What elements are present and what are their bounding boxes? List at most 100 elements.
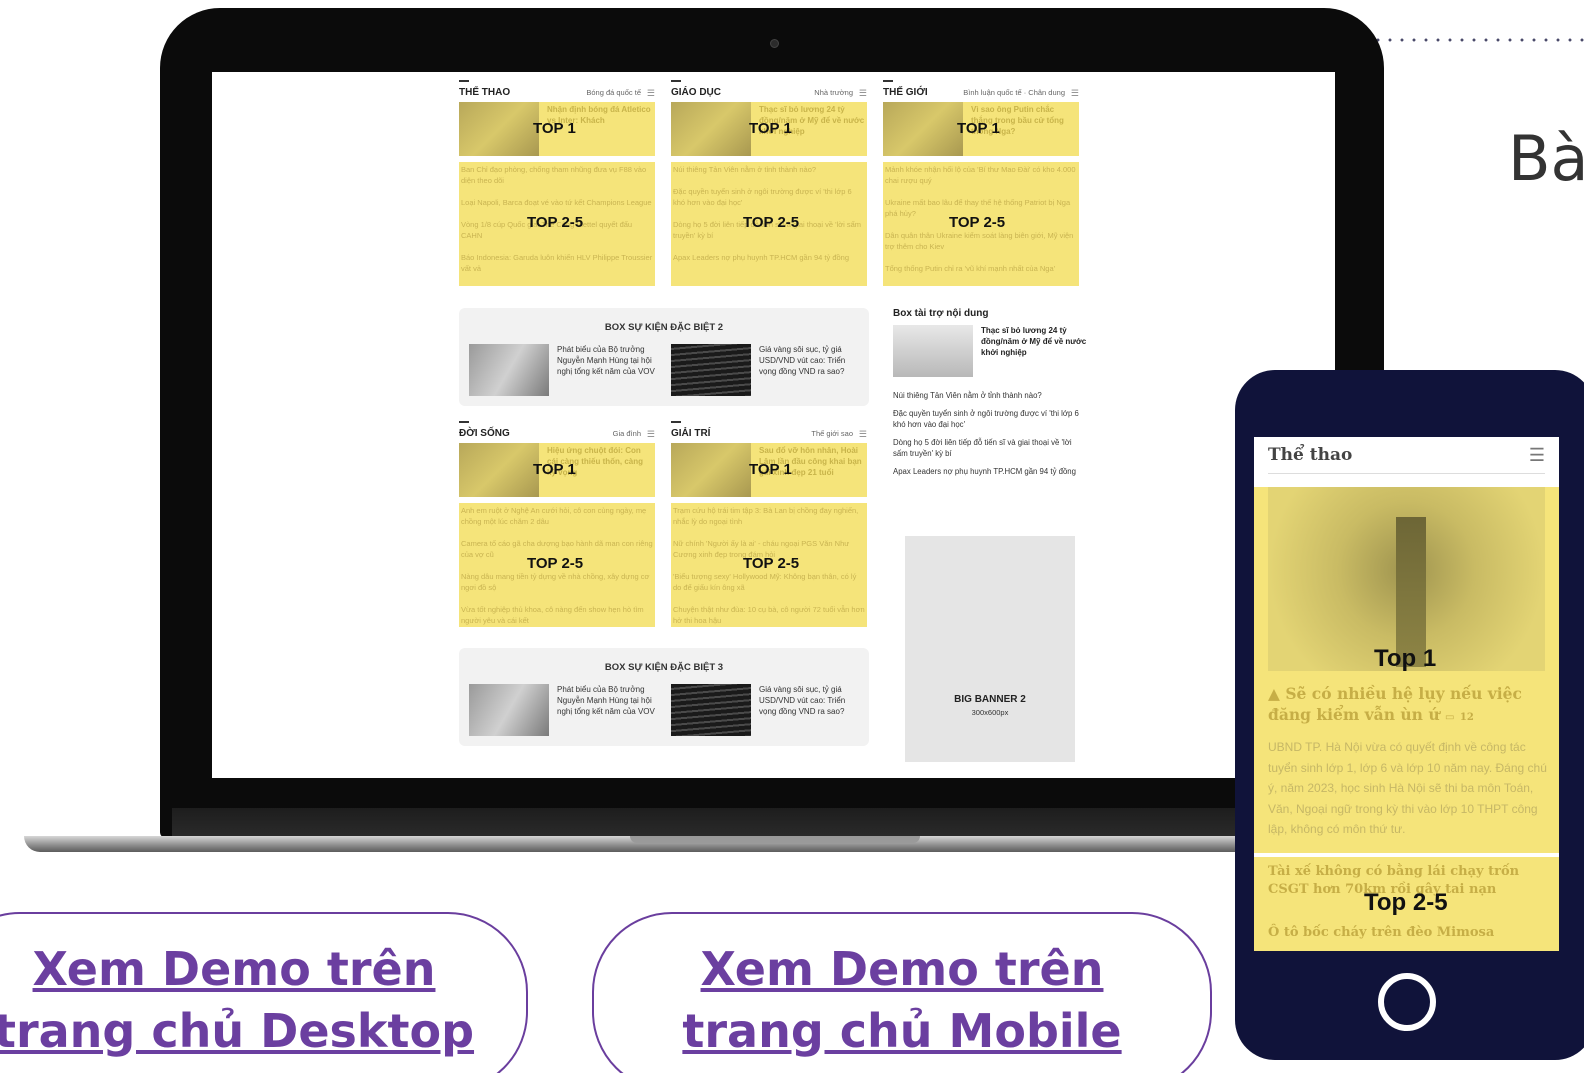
top25-list: Trạm cứu hộ trái tim tập 3: Bà Lan bị ch… (671, 503, 867, 627)
top25-label: TOP 2-5 (743, 214, 800, 231)
article-thumbnail (469, 344, 549, 396)
demo-mobile-button[interactable]: Xem Demo trên trang chủ Mobile (592, 912, 1212, 1073)
menu-icon[interactable]: ☰ (1071, 88, 1079, 99)
menu-icon[interactable]: ☰ (647, 429, 655, 440)
category-subnav[interactable]: Thế giới sao (811, 429, 853, 438)
list-item[interactable]: Ô tô bốc cháy trên đèo Mimosa (1268, 925, 1494, 940)
article-title: Phát biểu của Bộ trưởng Nguyễn Mạnh Hùng… (557, 685, 655, 716)
divider (1268, 473, 1545, 474)
top25-label: TOP 2-5 (527, 555, 584, 572)
list-item[interactable]: Tổng thống Putin chỉ ra 'vũ khí mạnh nhấ… (885, 263, 1077, 274)
banner-size: 300x600px (971, 708, 1009, 717)
list-item[interactable]: Apax Leaders nợ phụ huynh TP.HCM gần 94 … (893, 466, 1088, 477)
list-item[interactable]: Dân quân thân Ukraine kiểm soát làng biê… (885, 230, 1077, 252)
top1-article[interactable]: Vì sao ông Putin chắc thắng trong bầu cử… (883, 102, 1079, 156)
category-title[interactable]: ĐỜI SỐNG (459, 428, 510, 439)
article-title: Giá vàng sôi sục, tỷ giá USD/VND vút cao… (759, 345, 846, 376)
list-item[interactable]: Trạm cứu hộ trái tim tập 3: Bà Lan bị ch… (673, 505, 865, 527)
top25-list: Anh em ruột ở Nghệ An cưới hỏi, cô con c… (459, 503, 655, 627)
home-button[interactable] (1378, 973, 1436, 1031)
article-title: ▲ Sẽ có nhiều hệ lụy nếu việc đăng kiểm … (1268, 684, 1522, 724)
big-banner[interactable]: BIG BANNER 2 300x600px (905, 536, 1075, 762)
top1-article[interactable]: Thạc sĩ bỏ lương 24 tỷ đồng/năm ở Mỹ để … (671, 102, 867, 156)
mobile-top1-article[interactable]: Top 1 ▲ Sẽ có nhiều hệ lụy nếu việc đăng… (1254, 487, 1559, 853)
banner-title: BIG BANNER 2 (954, 694, 1026, 705)
top25-list: Núi thiêng Tản Viên nằm ở tỉnh thành nào… (671, 162, 867, 286)
event-box-title: BOX SỰ KIỆN ĐẶC BIỆT 3 (604, 662, 724, 673)
category-column-the-gioi: THẾ GIỚI Bình luận quốc tế · Chân dung ☰ V… (883, 80, 1079, 286)
demo-desktop-button[interactable]: Xem Demo trên trang chủ Desktop (0, 912, 528, 1073)
special-event-box: BOX SỰ KIỆN ĐẶC BIỆT 3 Phát biểu của Bộ … (459, 648, 869, 746)
mobile-category-title[interactable]: Thể thao (1268, 445, 1352, 465)
article-summary: UBND TP. Hà Nội vừa có quyết định về côn… (1268, 740, 1547, 836)
top1-article[interactable]: Hiệu ứng chuột đói: Con cái càng thiếu t… (459, 443, 655, 497)
mobile-top25-list: Tài xế không có bằng lái chạy trốn CSGT … (1254, 857, 1559, 951)
list-item[interactable]: Anh em ruột ở Nghệ An cưới hỏi, cô con c… (461, 505, 653, 527)
article-thumbnail (469, 684, 549, 736)
section-heading: Bà (1508, 122, 1584, 195)
article-title: Giá vàng sôi sục, tỷ giá USD/VND vút cao… (759, 685, 846, 716)
menu-icon[interactable]: ☰ (647, 88, 655, 99)
top25-label: Top 2-5 (1364, 889, 1448, 916)
article-title: Phát biểu của Bộ trưởng Nguyễn Mạnh Hùng… (557, 345, 655, 376)
demo-mobile-link-line1[interactable]: Xem Demo trên (594, 938, 1210, 1000)
list-item[interactable]: Đặc quyền tuyển sinh ở ngôi trường được … (893, 408, 1088, 430)
mobile-homepage-preview: Thể thao ☰ Top 1 ▲ Sẽ có nhiều hệ lụy nế… (1254, 437, 1559, 951)
comment-count: 12 (1459, 712, 1474, 723)
list-item[interactable]: Apax Leaders nợ phụ huynh TP.HCM gần 94 … (673, 252, 865, 263)
category-column-giai-tri: GIẢI TRÍ Thế giới sao ☰ Sau đổ vỡ hôn nhân… (671, 421, 867, 627)
list-item[interactable]: Vừa tốt nghiệp thủ khoa, cô nàng đến sho… (461, 604, 653, 626)
menu-icon[interactable]: ☰ (1529, 445, 1545, 466)
category-subnav[interactable]: Bóng đá quốc tế (586, 88, 641, 97)
article-thumbnail (671, 684, 751, 736)
event-item[interactable]: Phát biểu của Bộ trưởng Nguyễn Mạnh Hùng… (469, 344, 659, 396)
list-item[interactable]: Đặc quyền tuyển sinh ở ngôi trường được … (673, 186, 865, 208)
list-item[interactable]: Mảnh khóe nhận hối lộ của 'Bí thư Mao Đà… (885, 164, 1077, 186)
list-item[interactable]: 'Biểu tượng sexy' Hollywood Mỹ: Không bạ… (673, 571, 865, 593)
camera-icon (770, 39, 779, 48)
comment-icon: ▭ (1445, 712, 1455, 723)
special-event-box: BOX SỰ KIỆN ĐẶC BIỆT 2 Phát biểu của Bộ … (459, 308, 869, 406)
list-item[interactable]: Loại Napoli, Barca đoạt vé vào tứ kết Ch… (461, 197, 653, 208)
event-item[interactable]: Giá vàng sôi sục, tỷ giá USD/VND vút cao… (671, 344, 861, 396)
menu-icon[interactable]: ☰ (859, 88, 867, 99)
list-item[interactable]: Núi thiêng Tản Viên nằm ở tỉnh thành nào… (673, 164, 865, 175)
category-subnav[interactable]: Nhà trường (814, 88, 853, 97)
category-title[interactable]: GIẢI TRÍ (671, 428, 710, 439)
list-item[interactable]: Báo Indonesia: Garuda luôn khiến HLV Phi… (461, 252, 653, 274)
category-title[interactable]: GIÁO DỤC (671, 87, 721, 98)
sponsor-featured-article[interactable]: Thạc sĩ bỏ lương 24 tỷ đồng/năm ở Mỹ để … (893, 325, 1088, 383)
article-thumbnail (883, 102, 963, 156)
laptop-notch (630, 836, 920, 843)
list-item[interactable]: Nàng dâu mang tiền tỷ dựng về nhà chồng,… (461, 571, 653, 593)
category-title[interactable]: THẾ GIỚI (883, 87, 928, 98)
top1-article[interactable]: Sau đổ vỡ hôn nhân, Hoài Lâm lần đầu côn… (671, 443, 867, 497)
top1-article[interactable]: Nhận định bóng đá Atletico vs Inter: Khá… (459, 102, 655, 156)
category-column-the-thao: THỂ THAO Bóng đá quốc tế ☰ Nhận định bóng … (459, 80, 655, 286)
list-item[interactable]: Ban Chỉ đạo phòng, chống tham nhũng đưa … (461, 164, 653, 186)
category-title[interactable]: THỂ THAO (459, 87, 510, 98)
top25-label: TOP 2-5 (949, 214, 1006, 231)
article-thumbnail (459, 443, 539, 497)
event-item[interactable]: Phát biểu của Bộ trưởng Nguyễn Mạnh Hùng… (469, 684, 659, 736)
menu-icon[interactable]: ☰ (859, 429, 867, 440)
top1-label: TOP 1 (957, 120, 1000, 137)
list-item[interactable]: Núi thiêng Tản Viên nằm ở tỉnh thành nào… (893, 390, 1088, 401)
trending-icon: ▲ (1268, 684, 1286, 703)
demo-mobile-link-line2[interactable]: trang chủ Mobile (594, 1000, 1210, 1062)
article-thumbnail (671, 443, 751, 497)
demo-desktop-link-line1[interactable]: Xem Demo trên (0, 938, 526, 1000)
article-title: Thạc sĩ bỏ lương 24 tỷ đồng/năm ở Mỹ để … (981, 326, 1087, 357)
top25-label: TOP 2-5 (527, 214, 584, 231)
top25-list: Mảnh khóe nhận hối lộ của 'Bí thư Mao Đà… (883, 162, 1079, 286)
top25-label: TOP 2-5 (743, 555, 800, 572)
category-subnav[interactable]: Bình luận quốc tế · Chân dung (963, 88, 1065, 97)
event-item[interactable]: Giá vàng sôi sục, tỷ giá USD/VND vút cao… (671, 684, 861, 736)
demo-desktop-link-line2[interactable]: trang chủ Desktop (0, 1000, 526, 1062)
article-thumbnail (671, 344, 751, 396)
sponsor-title: Box tài trợ nội dung (893, 308, 989, 319)
list-item[interactable]: Chuyện thật như đùa: 10 cụ bà, cô người … (673, 604, 865, 626)
list-item[interactable]: Dòng họ 5 đời liên tiếp đỗ tiến sĩ và gi… (893, 437, 1088, 459)
category-subnav[interactable]: Gia đình (613, 429, 641, 438)
article-thumbnail (459, 102, 539, 156)
